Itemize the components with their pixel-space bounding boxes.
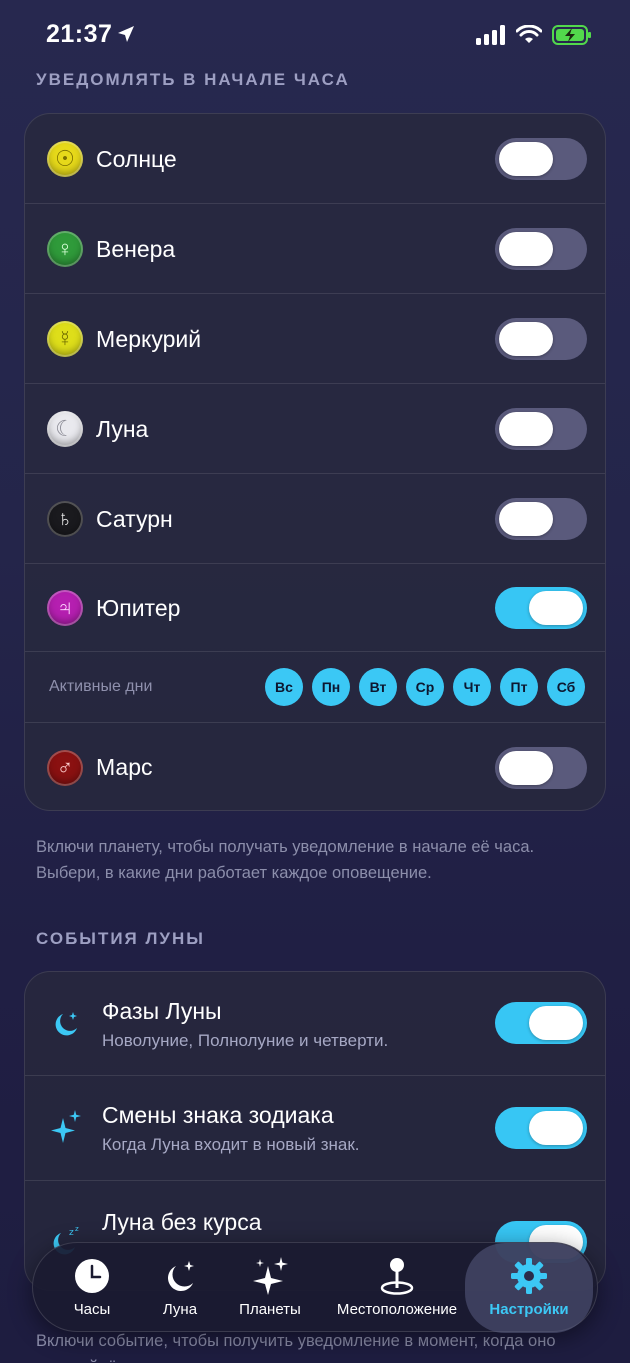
gear-icon	[510, 1257, 548, 1295]
tab-moon[interactable]: Луна	[141, 1243, 219, 1333]
hour-notify-footnote: Включи планету, чтобы получать уведомлен…	[36, 838, 535, 882]
planet-label: Венера	[96, 235, 176, 262]
moon-event-title: Смены знака зодиака	[102, 1102, 334, 1128]
planet-row-sun: ☉ Солнце	[25, 114, 605, 204]
saturn-icon: ♄	[47, 501, 83, 537]
day-chip-tue[interactable]: Вт	[359, 668, 397, 706]
tab-label: Часы	[73, 1301, 111, 1318]
battery-charging-icon	[552, 24, 592, 51]
day-chip-sun[interactable]: Вс	[265, 668, 303, 706]
planet-row-saturn: ♄ Сатурн	[25, 474, 605, 564]
toggle-knob	[499, 750, 553, 785]
wifi-icon	[515, 24, 543, 50]
tab-planets[interactable]: Планеты	[229, 1243, 311, 1333]
day-chip-mon[interactable]: Пн	[312, 668, 350, 706]
toggle-knob	[529, 1111, 583, 1145]
active-days-row: Активные дни Вс Пн Вт Ср Чт Пт Сб	[25, 652, 605, 722]
saturn-toggle[interactable]	[495, 498, 587, 540]
toggle-knob	[529, 1006, 583, 1040]
toggle-knob	[499, 322, 553, 356]
planet-label: Солнце	[96, 145, 177, 172]
planet-row-venus: ♀ Венера	[25, 204, 605, 294]
toggle-knob	[499, 232, 553, 266]
toggle-knob	[499, 502, 553, 536]
clock-icon	[74, 1257, 110, 1295]
mars-toggle[interactable]	[495, 746, 587, 789]
tab-label: Местоположение	[336, 1301, 458, 1318]
moon-event-subtitle: Когда Луна входит в новый знак.	[102, 1135, 360, 1154]
moon-stars-icon	[162, 1257, 198, 1295]
planet-row-mercury: ☿ Меркурий	[25, 294, 605, 384]
tab-bar: Часы Луна Планеты Местоположение Настрой…	[32, 1242, 598, 1333]
moon-phases-toggle[interactable]	[495, 1002, 587, 1044]
moon-stars-icon	[51, 1008, 81, 1038]
planet-label: Меркурий	[96, 325, 202, 352]
svg-text:z: z	[69, 1228, 74, 1238]
planet-label: Марс	[96, 754, 153, 780]
signal-icon	[476, 25, 506, 50]
tab-label: Настройки	[489, 1301, 569, 1318]
svg-text:z: z	[75, 1225, 79, 1233]
moon-planet-icon: ☾	[47, 411, 83, 447]
day-chip-sat[interactable]: Сб	[547, 668, 585, 706]
status-bar: 21:37	[0, 0, 630, 70]
sun-toggle[interactable]	[495, 138, 587, 180]
mercury-toggle[interactable]	[495, 318, 587, 360]
planet-row-mars: ♂ Марс	[25, 723, 605, 810]
toggle-knob	[499, 412, 553, 446]
moon-sign-toggle[interactable]	[495, 1107, 587, 1149]
moon-event-row-sign: Смены знака зодиака Когда Луна входит в …	[25, 1076, 605, 1180]
moon-event-subtitle: Новолуние, Полнолуние и четверти.	[102, 1031, 389, 1050]
planet-label: Юпитер	[96, 594, 181, 621]
toggle-knob	[529, 591, 583, 625]
status-time: 21:37	[46, 20, 113, 48]
mercury-icon: ☿	[47, 321, 83, 357]
mars-icon: ♂	[47, 749, 83, 786]
moon-event-title: Луна без курса	[102, 1209, 262, 1235]
map-pin-icon	[379, 1257, 415, 1295]
moon-event-title: Фазы Луны	[102, 998, 222, 1024]
location-arrow-icon	[116, 24, 136, 49]
tab-clock[interactable]: Часы	[51, 1243, 133, 1333]
moon-events-footnote: Включи событие, чтобы получить уведомлен…	[36, 1332, 556, 1363]
planet-row-moon: ☾ Луна	[25, 384, 605, 474]
tab-location[interactable]: Местоположение	[323, 1243, 471, 1333]
day-chip-fri[interactable]: Пт	[500, 668, 538, 706]
planet-notify-card: ☉ Солнце ♀ Венера ☿ Меркурий ☾ Луна ♄ Са…	[24, 113, 606, 811]
planet-label: Луна	[96, 415, 149, 442]
day-chip-thu[interactable]: Чт	[453, 668, 491, 706]
moon-event-row-phases: Фазы Луны Новолуние, Полнолуние и четвер…	[25, 972, 605, 1075]
active-days-label: Активные дни	[49, 677, 153, 695]
planet-row-jupiter: ♃ Юпитер	[25, 564, 605, 652]
sparkles-icon	[51, 1110, 81, 1143]
planet-label: Сатурн	[96, 505, 173, 532]
toggle-knob	[499, 142, 553, 176]
section-header-hour-notify: УВЕДОМЛЯТЬ В НАЧАЛЕ ЧАСА	[36, 70, 350, 89]
tab-label: Луна	[162, 1301, 198, 1318]
tab-settings[interactable]: Настройки	[465, 1243, 593, 1333]
venus-toggle[interactable]	[495, 228, 587, 270]
moon-toggle[interactable]	[495, 408, 587, 450]
venus-icon: ♀	[47, 231, 83, 267]
section-header-moon-events: СОБЫТИЯ ЛУНЫ	[36, 929, 205, 948]
jupiter-icon: ♃	[47, 590, 83, 626]
jupiter-toggle[interactable]	[495, 587, 587, 629]
day-chip-wed[interactable]: Ср	[406, 668, 444, 706]
sparkles-icon	[252, 1257, 288, 1295]
sun-icon: ☉	[47, 141, 83, 177]
status-indicators	[476, 24, 592, 51]
tab-label: Планеты	[239, 1301, 301, 1318]
